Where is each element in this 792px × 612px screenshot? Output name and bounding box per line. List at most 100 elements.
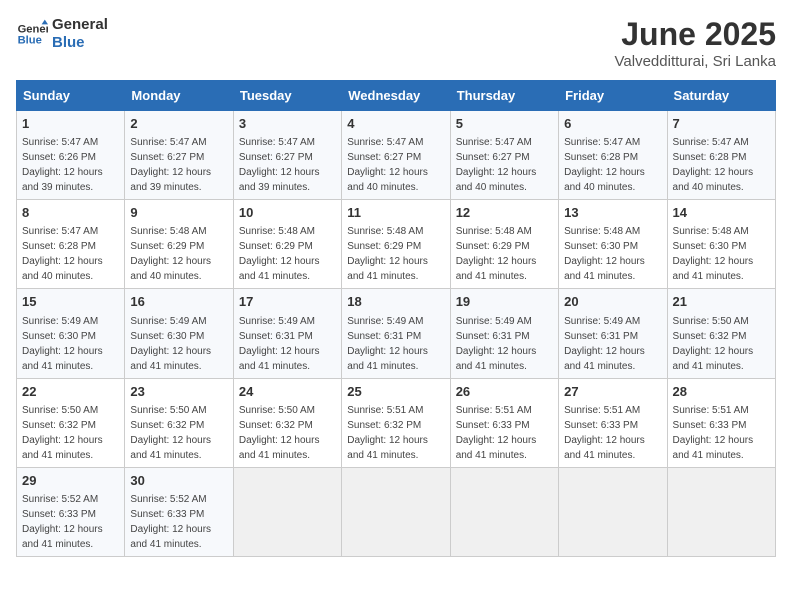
day-info: Sunrise: 5:51 AM Sunset: 6:33 PM Dayligh…: [673, 403, 770, 463]
calendar-cell: 29Sunrise: 5:52 AM Sunset: 6:33 PM Dayli…: [17, 467, 125, 556]
day-info: Sunrise: 5:49 AM Sunset: 6:31 PM Dayligh…: [456, 314, 553, 374]
page-title: June 2025: [615, 16, 776, 53]
day-info: Sunrise: 5:48 AM Sunset: 6:29 PM Dayligh…: [456, 224, 553, 284]
calendar-cell: 7Sunrise: 5:47 AM Sunset: 6:28 PM Daylig…: [667, 111, 775, 200]
day-number: 17: [239, 293, 336, 311]
calendar-cell: 17 Sunrise: 5:49 AM Sunset: 6:31 PM Dayli…: [233, 289, 341, 378]
calendar-cell: 8 Sunrise: 5:47 AM Sunset: 6:28 PM Daylig…: [17, 200, 125, 289]
day-number: 10: [239, 204, 336, 222]
day-number: 27: [564, 383, 661, 401]
calendar-cell: 19 Sunrise: 5:49 AM Sunset: 6:31 PM Dayli…: [450, 289, 558, 378]
day-info: Sunrise: 5:47 AM Sunset: 6:27 PM Dayligh…: [456, 135, 553, 195]
calendar-cell: [450, 467, 558, 556]
day-number: 15: [22, 293, 119, 311]
day-info: Sunrise: 5:48 AM Sunset: 6:29 PM Dayligh…: [347, 224, 444, 284]
calendar-cell: 28 Sunrise: 5:51 AM Sunset: 6:33 PM Dayli…: [667, 378, 775, 467]
calendar-cell: 30 Sunrise: 5:52 AM Sunset: 6:33 PM Dayli…: [125, 467, 233, 556]
day-number: 19: [456, 293, 553, 311]
day-info: Sunrise: 5:50 AM Sunset: 6:32 PM Dayligh…: [239, 403, 336, 463]
calendar-cell: 20Sunrise: 5:49 AM Sunset: 6:31 PM Dayli…: [559, 289, 667, 378]
day-info: Sunrise: 5:49 AM Sunset: 6:30 PM Dayligh…: [130, 314, 227, 374]
day-info: Sunrise: 5:49 AM Sunset: 6:31 PM Dayligh…: [564, 314, 661, 374]
logo-general: General: [52, 16, 108, 34]
calendar-week-row: 1 Sunrise: 5:47 AM Sunset: 6:26 PM Daylig…: [17, 111, 776, 200]
calendar-cell: 11Sunrise: 5:48 AM Sunset: 6:29 PM Dayli…: [342, 200, 450, 289]
day-number: 16: [130, 293, 227, 311]
calendar-header-row: SundayMondayTuesdayWednesdayThursdayFrid…: [17, 81, 776, 111]
calendar-cell: 4 Sunrise: 5:47 AM Sunset: 6:27 PM Daylig…: [342, 111, 450, 200]
logo: General Blue General Blue: [16, 16, 108, 52]
day-number: 21: [673, 293, 770, 311]
day-number: 3: [239, 115, 336, 133]
calendar-cell: 15 Sunrise: 5:49 AM Sunset: 6:30 PM Dayli…: [17, 289, 125, 378]
calendar-week-row: 15 Sunrise: 5:49 AM Sunset: 6:30 PM Dayli…: [17, 289, 776, 378]
page-subtitle: Valvedditturai, Sri Lanka: [615, 53, 776, 70]
calendar-cell: 21Sunrise: 5:50 AM Sunset: 6:32 PM Dayli…: [667, 289, 775, 378]
day-number: 9: [130, 204, 227, 222]
calendar-cell: [233, 467, 341, 556]
calendar-cell: 16 Sunrise: 5:49 AM Sunset: 6:30 PM Dayli…: [125, 289, 233, 378]
day-number: 1: [22, 115, 119, 133]
calendar-cell: 24 Sunrise: 5:50 AM Sunset: 6:32 PM Dayli…: [233, 378, 341, 467]
calendar-table: SundayMondayTuesdayWednesdayThursdayFrid…: [16, 80, 776, 557]
calendar-header-wednesday: Wednesday: [342, 81, 450, 111]
day-info: Sunrise: 5:47 AM Sunset: 6:27 PM Dayligh…: [347, 135, 444, 195]
day-number: 23: [130, 383, 227, 401]
day-number: 12: [456, 204, 553, 222]
calendar-cell: [342, 467, 450, 556]
day-info: Sunrise: 5:47 AM Sunset: 6:27 PM Dayligh…: [130, 135, 227, 195]
page-header: General Blue General Blue June 2025 Valv…: [16, 16, 776, 70]
day-info: Sunrise: 5:47 AM Sunset: 6:26 PM Dayligh…: [22, 135, 119, 195]
day-number: 4: [347, 115, 444, 133]
calendar-cell: 9Sunrise: 5:48 AM Sunset: 6:29 PM Daylig…: [125, 200, 233, 289]
calendar-cell: 26 Sunrise: 5:51 AM Sunset: 6:33 PM Dayli…: [450, 378, 558, 467]
day-info: Sunrise: 5:48 AM Sunset: 6:29 PM Dayligh…: [239, 224, 336, 284]
day-info: Sunrise: 5:48 AM Sunset: 6:30 PM Dayligh…: [564, 224, 661, 284]
day-number: 28: [673, 383, 770, 401]
day-number: 7: [673, 115, 770, 133]
day-info: Sunrise: 5:50 AM Sunset: 6:32 PM Dayligh…: [22, 403, 119, 463]
day-info: Sunrise: 5:49 AM Sunset: 6:31 PM Dayligh…: [239, 314, 336, 374]
day-number: 22: [22, 383, 119, 401]
svg-text:Blue: Blue: [18, 35, 42, 47]
calendar-header-tuesday: Tuesday: [233, 81, 341, 111]
day-info: Sunrise: 5:47 AM Sunset: 6:27 PM Dayligh…: [239, 135, 336, 195]
day-number: 8: [22, 204, 119, 222]
day-info: Sunrise: 5:51 AM Sunset: 6:33 PM Dayligh…: [564, 403, 661, 463]
calendar-header-sunday: Sunday: [17, 81, 125, 111]
calendar-cell: 1 Sunrise: 5:47 AM Sunset: 6:26 PM Daylig…: [17, 111, 125, 200]
calendar-week-row: 8 Sunrise: 5:47 AM Sunset: 6:28 PM Daylig…: [17, 200, 776, 289]
day-number: 14: [673, 204, 770, 222]
day-number: 25: [347, 383, 444, 401]
day-number: 13: [564, 204, 661, 222]
calendar-cell: 6 Sunrise: 5:47 AM Sunset: 6:28 PM Daylig…: [559, 111, 667, 200]
day-info: Sunrise: 5:49 AM Sunset: 6:30 PM Dayligh…: [22, 314, 119, 374]
day-info: Sunrise: 5:47 AM Sunset: 6:28 PM Dayligh…: [564, 135, 661, 195]
calendar-cell: 23 Sunrise: 5:50 AM Sunset: 6:32 PM Dayli…: [125, 378, 233, 467]
calendar-cell: 25 Sunrise: 5:51 AM Sunset: 6:32 PM Dayli…: [342, 378, 450, 467]
calendar-cell: [559, 467, 667, 556]
day-number: 26: [456, 383, 553, 401]
calendar-week-row: 29 Sunrise: 5:52 AM Sunset: 6:33 PM Dayli…: [17, 467, 776, 556]
day-info: Sunrise: 5:49 AM Sunset: 6:31 PM Dayligh…: [347, 314, 444, 374]
day-info: Sunrise: 5:51 AM Sunset: 6:32 PM Dayligh…: [347, 403, 444, 463]
day-info: Sunrise: 5:47 AM Sunset: 6:28 PM Dayligh…: [22, 224, 119, 284]
day-number: 30: [130, 472, 227, 490]
calendar-cell: 12 Sunrise: 5:48 AM Sunset: 6:29 PM Dayli…: [450, 200, 558, 289]
day-info: Sunrise: 5:52 AM Sunset: 6:33 PM Dayligh…: [130, 492, 227, 552]
day-number: 24: [239, 383, 336, 401]
day-number: 18: [347, 293, 444, 311]
day-info: Sunrise: 5:50 AM Sunset: 6:32 PM Dayligh…: [130, 403, 227, 463]
calendar-cell: 3 Sunrise: 5:47 AM Sunset: 6:27 PM Daylig…: [233, 111, 341, 200]
calendar-header-thursday: Thursday: [450, 81, 558, 111]
calendar-week-row: 22 Sunrise: 5:50 AM Sunset: 6:32 PM Dayli…: [17, 378, 776, 467]
day-number: 29: [22, 472, 119, 490]
day-info: Sunrise: 5:51 AM Sunset: 6:33 PM Dayligh…: [456, 403, 553, 463]
day-number: 2: [130, 115, 227, 133]
calendar-cell: 2 Sunrise: 5:47 AM Sunset: 6:27 PM Daylig…: [125, 111, 233, 200]
calendar-header-friday: Friday: [559, 81, 667, 111]
calendar-cell: [667, 467, 775, 556]
day-number: 6: [564, 115, 661, 133]
day-info: Sunrise: 5:48 AM Sunset: 6:30 PM Dayligh…: [673, 224, 770, 284]
calendar-cell: 13 Sunrise: 5:48 AM Sunset: 6:30 PM Dayli…: [559, 200, 667, 289]
